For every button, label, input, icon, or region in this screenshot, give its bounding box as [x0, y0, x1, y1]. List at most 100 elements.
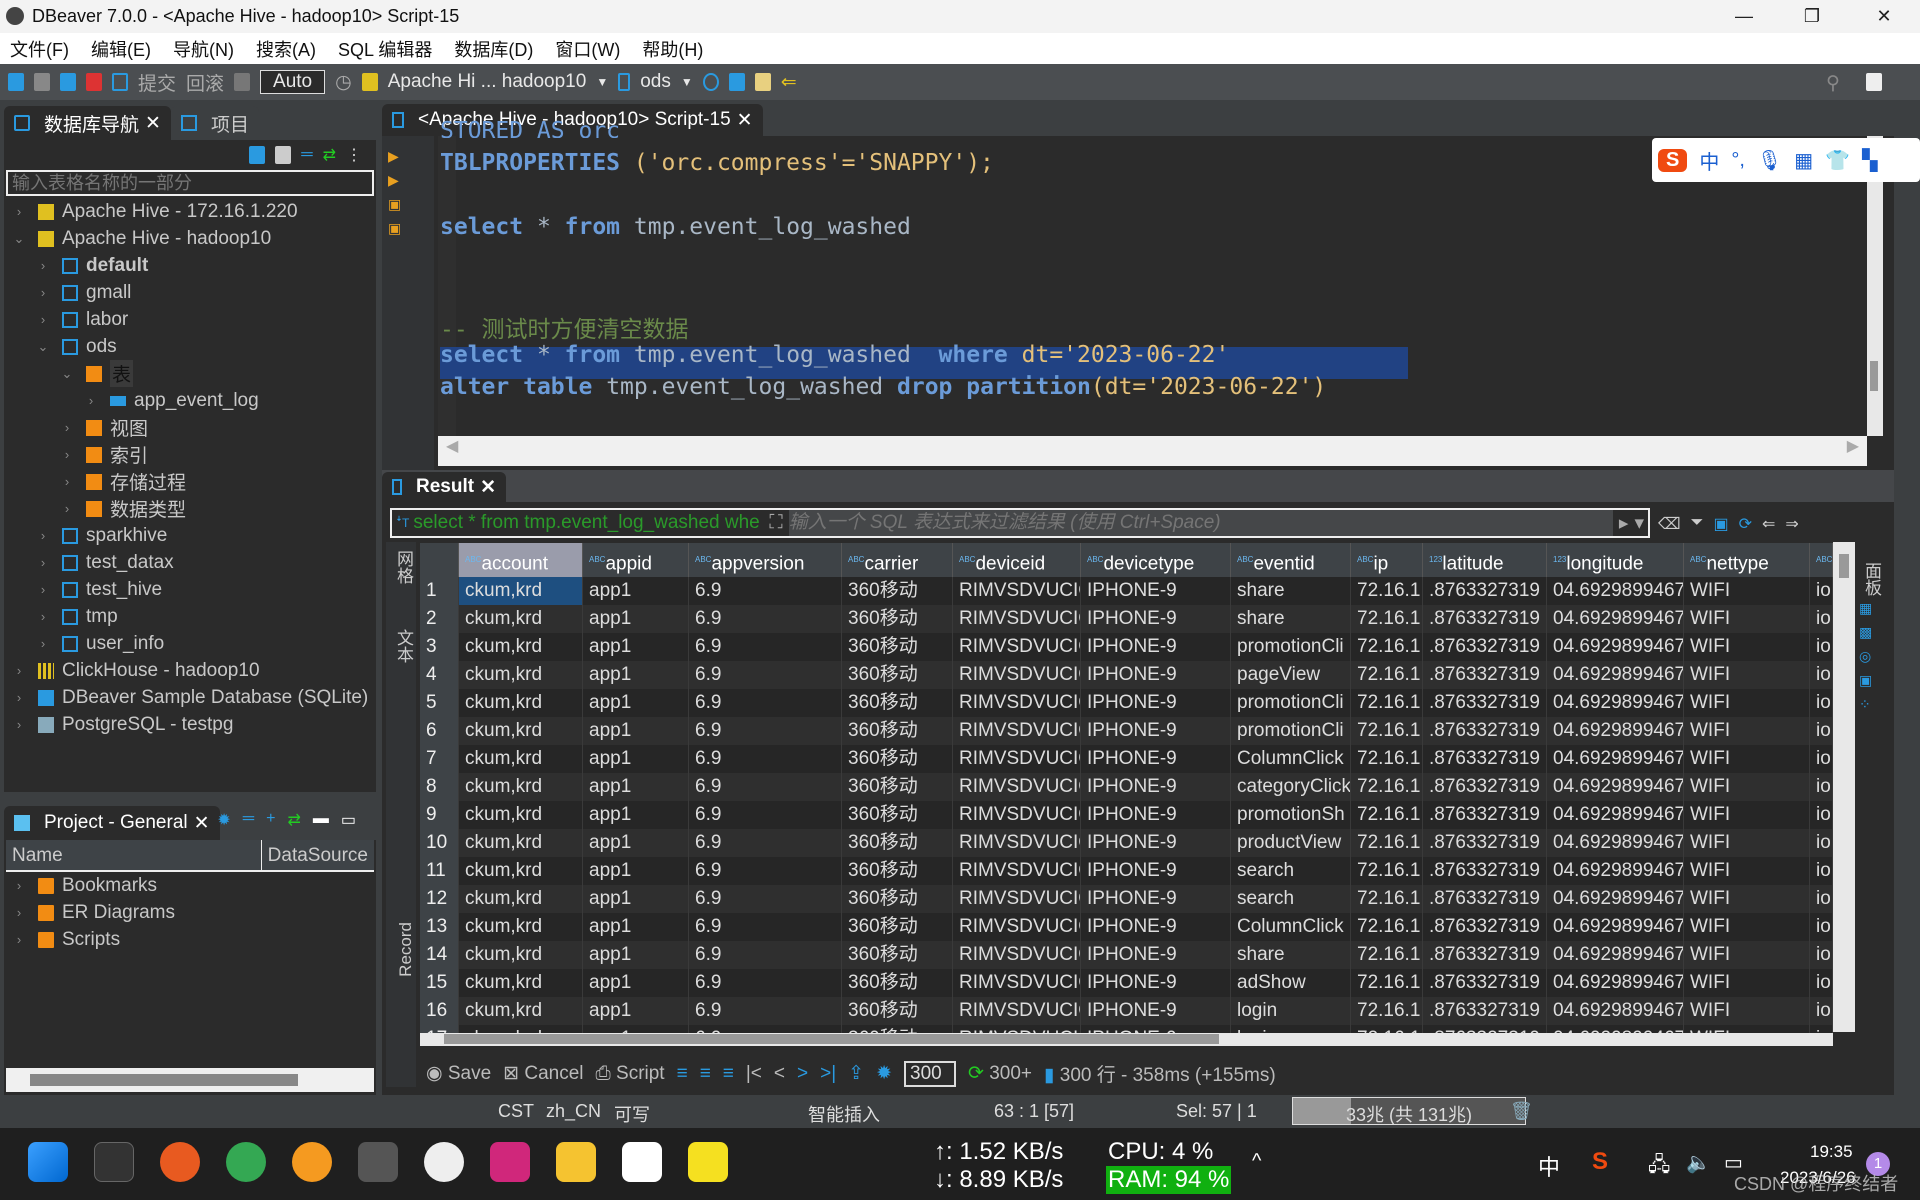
cell-carrier[interactable]: 360移动: [842, 801, 953, 829]
cell-eventid[interactable]: promotionSh: [1231, 801, 1351, 829]
cell-eventid[interactable]: share: [1231, 577, 1351, 605]
cell-appversion[interactable]: 6.9: [689, 997, 842, 1025]
row-number[interactable]: 5: [420, 689, 459, 717]
result-filter-input[interactable]: [788, 510, 1613, 536]
cell-next[interactable]: io: [1810, 633, 1833, 661]
row-number[interactable]: 10: [420, 829, 459, 857]
cancel-button[interactable]: ⊠ Cancel: [503, 1062, 583, 1085]
cell-carrier[interactable]: 360移动: [842, 577, 953, 605]
cell-longitude[interactable]: 04.6929899467: [1547, 577, 1684, 605]
project-item[interactable]: › Scripts: [4, 926, 376, 953]
minimize-button[interactable]: —: [1716, 0, 1772, 33]
copy-row-icon[interactable]: ≡: [700, 1063, 711, 1085]
cell-appid[interactable]: app1: [583, 745, 689, 773]
cell-latitude[interactable]: .8763327319: [1423, 1025, 1547, 1033]
cell-latitude[interactable]: .8763327319: [1423, 689, 1547, 717]
cell-eventid[interactable]: promotionCli: [1231, 689, 1351, 717]
gear-icon[interactable]: ✹: [876, 1062, 892, 1085]
chevron-right-icon[interactable]: ›: [12, 932, 26, 947]
cell-next[interactable]: io: [1810, 745, 1833, 773]
column-header-account[interactable]: ABCaccount: [459, 543, 583, 577]
cell-ip[interactable]: 72.16.1: [1351, 717, 1423, 745]
menu-item[interactable]: 数据库(D): [454, 36, 533, 62]
cell-account[interactable]: ckum,krd: [459, 969, 583, 997]
close-button[interactable]: ✕: [1856, 0, 1912, 33]
column-header-ip[interactable]: ABCip: [1351, 543, 1423, 577]
cell-next[interactable]: io: [1810, 689, 1833, 717]
cell-account[interactable]: ckum,krd: [459, 997, 583, 1025]
cell-next[interactable]: io: [1810, 969, 1833, 997]
cell-longitude[interactable]: 04.6929899467: [1547, 941, 1684, 969]
cell-ip[interactable]: 72.16.1: [1351, 941, 1423, 969]
add-icon[interactable]: +: [266, 810, 275, 830]
chevron-right-icon[interactable]: ›: [12, 717, 26, 732]
grid-view-toggle[interactable]: 网格: [394, 550, 413, 584]
cell-longitude[interactable]: 04.6929899467: [1547, 745, 1684, 773]
cell-devicetype[interactable]: IPHONE-9: [1081, 857, 1231, 885]
new-connection-icon[interactable]: [8, 73, 24, 91]
tree-item[interactable]: › default: [4, 252, 376, 279]
cell-longitude[interactable]: 04.6929899467: [1547, 661, 1684, 689]
cell-carrier[interactable]: 360移动: [842, 913, 953, 941]
cell-nettype[interactable]: WIFI: [1684, 801, 1810, 829]
rollback-button[interactable]: 回滚: [186, 69, 224, 96]
cell-deviceid[interactable]: RIMVSDVUCIC: [953, 913, 1081, 941]
tree-item[interactable]: › ClickHouse - hadoop10: [4, 657, 376, 684]
cell-latitude[interactable]: .8763327319: [1423, 773, 1547, 801]
cell-carrier[interactable]: 360移动: [842, 885, 953, 913]
cell-latitude[interactable]: .8763327319: [1423, 717, 1547, 745]
cell-next[interactable]: io: [1810, 857, 1833, 885]
tree-item[interactable]: › gmall: [4, 279, 376, 306]
cell-appid[interactable]: app1: [583, 773, 689, 801]
cell-ip[interactable]: 72.16.1: [1351, 885, 1423, 913]
cell-carrier[interactable]: 360移动: [842, 857, 953, 885]
tree-item[interactable]: › test_datax: [4, 549, 376, 576]
chevron-right-icon[interactable]: ›: [36, 609, 50, 624]
cell-appid[interactable]: app1: [583, 605, 689, 633]
cell-ip[interactable]: 72.16.1: [1351, 801, 1423, 829]
cell-deviceid[interactable]: RIMVSDVUCIC: [953, 997, 1081, 1025]
filter-icon[interactable]: ⏷: [1691, 514, 1704, 534]
grid-horizontal-scrollbar[interactable]: [420, 1032, 1833, 1046]
sogou-icon[interactable]: S: [1592, 1148, 1608, 1176]
cell-deviceid[interactable]: RIMVSDVUCIC: [953, 661, 1081, 689]
cell-carrier[interactable]: 360移动: [842, 997, 953, 1025]
cell-deviceid[interactable]: RIMVSDVUCIC: [953, 969, 1081, 997]
value-viewer-icon[interactable]: ▣: [1859, 668, 1883, 692]
cell-account[interactable]: ckum,krd: [459, 1025, 583, 1033]
cell-appversion[interactable]: 6.9: [689, 717, 842, 745]
cell-account[interactable]: ckum,krd: [459, 773, 583, 801]
chevron-right-icon[interactable]: ›: [36, 285, 50, 300]
cell-account[interactable]: ckum,krd: [459, 885, 583, 913]
cell-appid[interactable]: app1: [583, 941, 689, 969]
cell-carrier[interactable]: 360移动: [842, 829, 953, 857]
cell-deviceid[interactable]: RIMVSDVUCIC: [953, 1025, 1081, 1033]
code-comment[interactable]: -- 测试时方便清空数据: [440, 310, 689, 344]
column-header-eventid[interactable]: ABCeventid: [1231, 543, 1351, 577]
cell-appversion[interactable]: 6.9: [689, 689, 842, 717]
chevron-right-icon[interactable]: ›: [84, 393, 98, 408]
next-page-icon[interactable]: >: [797, 1063, 808, 1085]
terminal-app[interactable]: [94, 1142, 134, 1182]
cell-appid[interactable]: app1: [583, 1025, 689, 1033]
cell-account[interactable]: ckum,krd: [459, 577, 583, 605]
cell-appid[interactable]: app1: [583, 661, 689, 689]
add-row-icon[interactable]: ≡: [677, 1063, 688, 1085]
column-header-name[interactable]: Name: [6, 840, 262, 870]
chevron-down-icon[interactable]: ⌄: [36, 339, 50, 355]
script-button[interactable]: ⎙ Script: [596, 1063, 665, 1085]
cell-account[interactable]: ckum,krd: [459, 829, 583, 857]
menu-item[interactable]: SQL 编辑器: [338, 36, 432, 62]
cell-devicetype[interactable]: IPHONE-9: [1081, 773, 1231, 801]
table-row[interactable]: 3 ckum,krd app1 6.9 360移动 RIMVSDVUCIC IPHONE-9…: [420, 633, 1833, 661]
typora-app[interactable]: [622, 1142, 662, 1182]
filter-history-icon[interactable]: ▾: [1634, 512, 1644, 535]
menu-item[interactable]: 导航(N): [173, 36, 234, 62]
cell-next[interactable]: io: [1810, 941, 1833, 969]
cell-latitude[interactable]: .8763327319: [1423, 941, 1547, 969]
chevron-right-icon[interactable]: ›: [12, 878, 26, 893]
column-header-nettype[interactable]: ABCnettype: [1684, 543, 1810, 577]
tree-item[interactable]: ⌄ ods: [4, 333, 376, 360]
cell-longitude[interactable]: 04.6929899467: [1547, 885, 1684, 913]
cell-longitude[interactable]: 04.6929899467: [1547, 997, 1684, 1025]
